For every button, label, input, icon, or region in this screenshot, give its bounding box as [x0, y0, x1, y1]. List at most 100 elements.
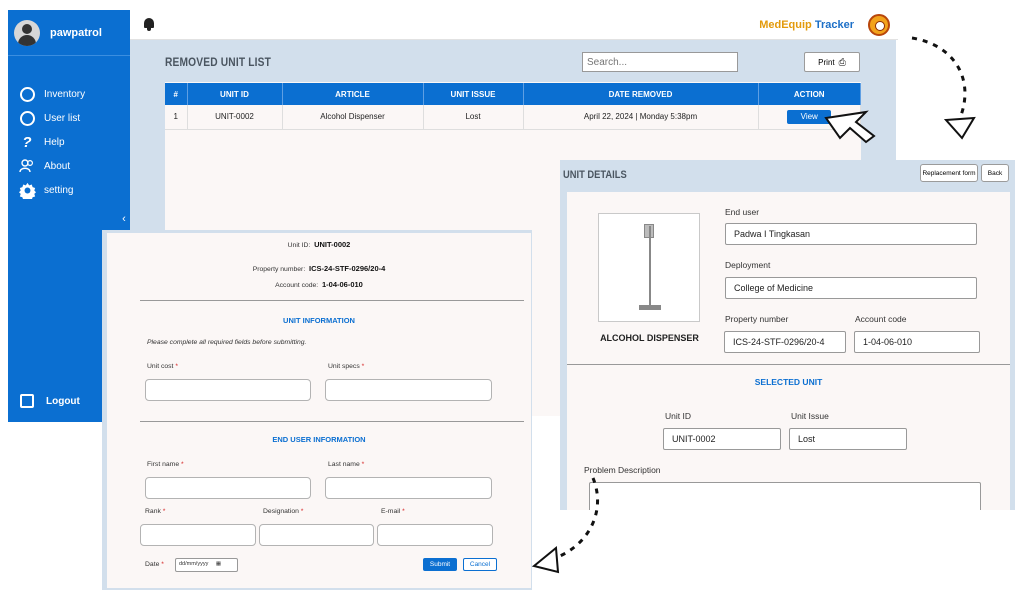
details-title: UNIT DETAILS [563, 169, 627, 181]
account-code-label: Account code [855, 314, 907, 324]
form-account-value: 1-04-06-010 [321, 280, 363, 289]
end-user-information-title: END USER INFORMATION [272, 435, 366, 444]
equipment-name: ALCOHOL DISPENSER [600, 333, 699, 343]
sidebar-item-about[interactable]: About [18, 154, 85, 178]
col-header: UNIT ISSUE [423, 83, 524, 105]
unit-issue-field[interactable]: Lost [789, 428, 907, 450]
back-button[interactable]: Back [981, 164, 1009, 182]
logout-icon [20, 394, 34, 408]
submit-button[interactable]: Submit [423, 558, 457, 571]
date-input[interactable]: dd/mm/yyyy ▦ [175, 558, 238, 572]
divider [140, 421, 524, 422]
sidebar-item-label: About [44, 160, 71, 172]
rank-input[interactable] [140, 524, 256, 546]
property-number-field[interactable]: ICS-24-STF-0296/20-4 [724, 331, 846, 353]
arrow-to-details [911, 36, 967, 119]
search-input[interactable] [582, 52, 738, 72]
print-label: Print [818, 57, 835, 67]
form-account-code: Account code: 1-04-06-010 [107, 280, 531, 289]
view-button[interactable]: View [787, 109, 832, 124]
cell-unit-id: UNIT-0002 [187, 105, 283, 130]
unit-details-window: UNIT DETAILS Replacement form Back ALCOH… [560, 160, 1015, 510]
designation-input[interactable] [259, 524, 374, 546]
form-property-label: Property number: [252, 266, 306, 273]
form-unit-id-label: Unit ID: [287, 242, 311, 249]
top-bar: MedEquip Tracker [130, 10, 898, 40]
user-profile[interactable]: pawpatrol [8, 10, 130, 56]
unit-id-field[interactable]: UNIT-0002 [663, 428, 781, 450]
sidebar-item-setting[interactable]: setting [18, 178, 85, 202]
user-list-icon [18, 109, 36, 127]
col-header: DATE REMOVED [523, 83, 759, 105]
replacement-form-card: Unit ID: UNIT-0002 Property number: ICS-… [107, 233, 531, 588]
col-header: ARTICLE [282, 83, 424, 105]
help-icon: ? [22, 133, 32, 151]
problem-description-label: Problem Description [584, 465, 661, 475]
unit-specs-input[interactable] [325, 379, 492, 401]
cancel-button[interactable]: Cancel [463, 558, 497, 571]
avatar [14, 19, 40, 46]
problem-description-field[interactable] [589, 482, 981, 510]
logout-button[interactable]: Logout [20, 394, 80, 408]
sidebar-item-inventory[interactable]: Inventory [18, 82, 85, 106]
selected-unit-title: SELECTED UNIT [754, 377, 823, 387]
first-name-label: First name * [147, 461, 184, 468]
designation-label: Designation * [263, 508, 304, 515]
details-card: ALCOHOL DISPENSER End user Padwa I Tingk… [567, 192, 1010, 510]
form-note: Please complete all required fields befo… [147, 339, 307, 346]
sidebar-item-label: setting [44, 184, 74, 196]
col-header: ACTION [758, 83, 861, 105]
brand-part2: Tracker [814, 19, 854, 31]
sidebar-item-user-list[interactable]: User list [18, 106, 85, 130]
unit-cost-label: Unit cost * [147, 363, 178, 370]
rank-label: Rank * [145, 508, 166, 515]
first-name-input[interactable] [145, 477, 311, 499]
table-header-row: # UNIT ID ARTICLE UNIT ISSUE DATE REMOVE… [165, 83, 861, 105]
print-button[interactable]: Print ⎙ [804, 52, 860, 72]
email-input[interactable] [377, 524, 493, 546]
col-header: # [165, 83, 188, 105]
sidebar-item-label: Help [44, 136, 65, 148]
sidebar-item-label: Inventory [44, 88, 86, 100]
sidebar-nav: Inventory User list ? Help About setting [18, 82, 85, 202]
collapse-sidebar-icon[interactable]: ‹ [118, 206, 130, 232]
unit-id-label: Unit ID [665, 411, 691, 421]
sidebar-item-label: User list [44, 112, 81, 124]
unit-specs-label: Unit specs * [328, 363, 365, 370]
last-name-input[interactable] [325, 477, 492, 499]
replacement-form-button[interactable]: Replacement form [920, 164, 978, 182]
property-number-label: Property number [725, 314, 789, 324]
unit-cost-input[interactable] [145, 379, 311, 401]
end-user-field[interactable]: Padwa I Tingkasan [725, 223, 977, 245]
cell-num: 1 [165, 105, 188, 130]
cell-action: View [758, 105, 861, 130]
cell-issue: Lost [423, 105, 524, 130]
form-unit-id-value: UNIT-0002 [314, 240, 351, 249]
cell-date: April 22, 2024 | Monday 5:38pm [523, 105, 759, 130]
screenshot-stage: pawpatrol Inventory User list ? Help Abo… [0, 0, 1023, 598]
inventory-icon [18, 85, 36, 103]
replacement-form-window: Unit ID: UNIT-0002 Property number: ICS-… [102, 230, 532, 590]
brand-part1: MedEquip [759, 19, 812, 31]
logout-label: Logout [46, 395, 80, 407]
deployment-field[interactable]: College of Medicine [725, 277, 977, 299]
bell-icon[interactable] [144, 18, 154, 31]
seal-logo [868, 14, 890, 36]
unit-information-title: UNIT INFORMATION [283, 316, 355, 325]
removed-units-table: # UNIT ID ARTICLE UNIT ISSUE DATE REMOVE… [165, 83, 861, 130]
table-row: 1 UNIT-0002 Alcohol Dispenser Lost April… [165, 105, 861, 130]
divider [140, 300, 524, 301]
username: pawpatrol [50, 26, 102, 39]
app-brand: MedEquip Tracker [759, 19, 854, 31]
page-title: REMOVED UNIT LIST [165, 55, 272, 69]
last-name-label: Last name * [328, 461, 365, 468]
account-code-field[interactable]: 1-04-06-010 [854, 331, 980, 353]
sidebar-item-help[interactable]: ? Help [18, 130, 85, 154]
date-label: Date * [145, 561, 164, 568]
col-header: UNIT ID [187, 83, 283, 105]
printer-icon: ⎙ [838, 56, 846, 67]
calendar-icon: ▦ [215, 561, 222, 567]
deployment-label: Deployment [725, 260, 771, 270]
cell-article: Alcohol Dispenser [282, 105, 424, 130]
form-property-number: Property number: ICS-24-STF-0296/20-4 [107, 264, 531, 273]
